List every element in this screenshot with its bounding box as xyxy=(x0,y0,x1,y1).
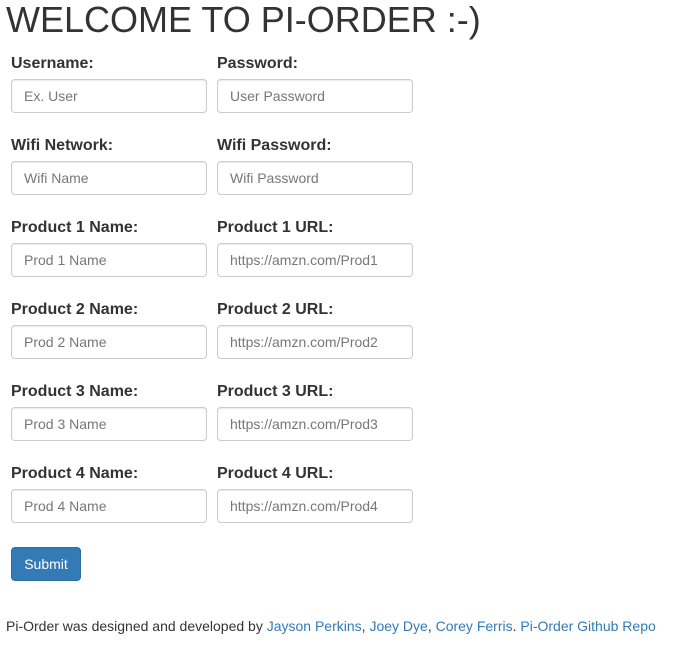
product-1-name-group: Product 1 Name: xyxy=(11,218,207,300)
form-row-product-3: Product 3 Name: Product 3 URL: xyxy=(11,382,413,464)
footer-prefix: Pi-Order was designed and developed by xyxy=(6,618,267,634)
footer-separator: , xyxy=(427,618,436,634)
product-2-url-group: Product 2 URL: xyxy=(217,300,413,382)
product-1-url-label: Product 1 URL: xyxy=(217,219,334,236)
page-title: WELCOME TO PI-ORDER :-) xyxy=(6,0,481,40)
product-4-name-label: Product 4 Name: xyxy=(11,465,139,482)
wifi-password-label: Wifi Password: xyxy=(217,137,332,154)
product-4-name-group: Product 4 Name: xyxy=(11,464,207,546)
form-row-product-2: Product 2 Name: Product 2 URL: xyxy=(11,300,413,382)
product-2-url-input[interactable] xyxy=(217,325,413,359)
form-row-wifi: Wifi Network: Wifi Password: xyxy=(11,136,413,218)
product-4-url-group: Product 4 URL: xyxy=(217,464,413,546)
wifi-network-input[interactable] xyxy=(11,161,207,195)
author-link-corey-ferris[interactable]: Corey Ferris xyxy=(436,618,513,634)
form-row-credentials: Username: Password: xyxy=(11,54,413,136)
password-label: Password: xyxy=(217,55,298,72)
product-3-url-group: Product 3 URL: xyxy=(217,382,413,464)
username-input[interactable] xyxy=(11,79,207,113)
product-2-name-group: Product 2 Name: xyxy=(11,300,207,382)
password-group: Password: xyxy=(217,54,413,136)
author-link-joey-dye[interactable]: Joey Dye xyxy=(369,618,427,634)
product-1-url-group: Product 1 URL: xyxy=(217,218,413,300)
password-input[interactable] xyxy=(217,79,413,113)
username-group: Username: xyxy=(11,54,207,136)
product-1-url-input[interactable] xyxy=(217,243,413,277)
wifi-network-group: Wifi Network: xyxy=(11,136,207,218)
footer-credits: Pi-Order was designed and developed by J… xyxy=(6,617,656,635)
form-row-product-1: Product 1 Name: Product 1 URL: xyxy=(11,218,413,300)
product-1-name-input[interactable] xyxy=(11,243,207,277)
submit-button[interactable]: Submit xyxy=(11,547,81,581)
product-3-name-label: Product 3 Name: xyxy=(11,383,139,400)
wifi-password-group: Wifi Password: xyxy=(217,136,413,218)
wifi-password-input[interactable] xyxy=(217,161,413,195)
product-3-name-input[interactable] xyxy=(11,407,207,441)
product-3-url-input[interactable] xyxy=(217,407,413,441)
pi-order-form: Username: Password: Wifi Network: Wifi P… xyxy=(11,54,413,546)
product-2-name-input[interactable] xyxy=(11,325,207,359)
github-repo-link[interactable]: Pi-Order Github Repo xyxy=(520,618,655,634)
product-4-url-input[interactable] xyxy=(217,489,413,523)
author-link-jayson-perkins[interactable]: Jayson Perkins xyxy=(267,618,362,634)
form-row-product-4: Product 4 Name: Product 4 URL: xyxy=(11,464,413,546)
wifi-network-label: Wifi Network: xyxy=(11,137,114,154)
product-3-name-group: Product 3 Name: xyxy=(11,382,207,464)
product-1-name-label: Product 1 Name: xyxy=(11,219,139,236)
username-label: Username: xyxy=(11,55,94,72)
product-2-name-label: Product 2 Name: xyxy=(11,301,139,318)
product-2-url-label: Product 2 URL: xyxy=(217,301,334,318)
product-4-name-input[interactable] xyxy=(11,489,207,523)
product-3-url-label: Product 3 URL: xyxy=(217,383,334,400)
product-4-url-label: Product 4 URL: xyxy=(217,465,334,482)
